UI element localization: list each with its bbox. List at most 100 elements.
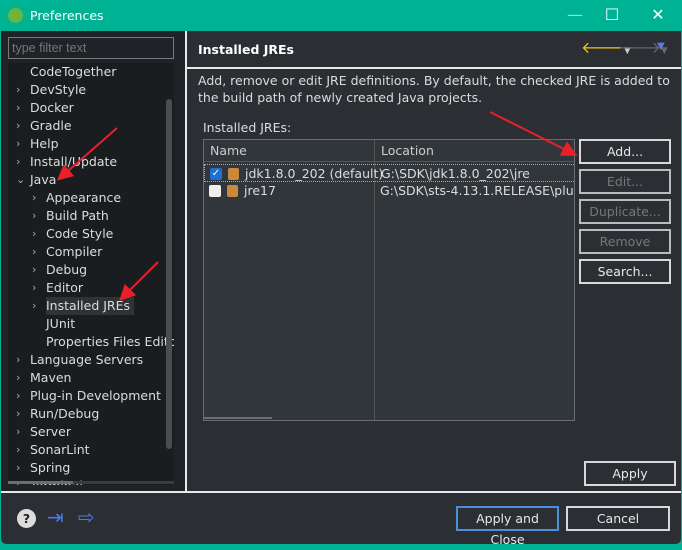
sidebar: ›Terminal›Spring›SonarLint›Server›Run/De… [1,31,185,491]
column-divider [374,162,375,420]
tree-item-label: Debug [46,262,88,277]
tree-item-label: Installed JREs [46,298,131,313]
tree-item-label: SonarLint [30,442,90,457]
import-icon[interactable]: ⇥ [47,505,64,529]
chevron-right-icon[interactable]: › [16,387,20,405]
tree-item[interactable]: › Gradle [16,117,72,135]
tree-item[interactable]: › Code Style [32,225,114,243]
chevron-right-icon[interactable]: › [32,207,36,225]
tree-item[interactable]: › Appearance [32,189,122,207]
chevron-right-icon[interactable]: › [16,117,20,135]
chevron-right-icon[interactable]: › [16,459,20,477]
remove-button[interactable]: Remove [579,229,671,254]
tree-item-label: DevStyle [30,82,87,97]
maximize-button[interactable]: ☐ [597,4,627,26]
chevron-right-icon[interactable]: › [16,423,20,441]
table-row[interactable]: ✓ jdk1.8.0_202 (default) G:\SDK\jdk1.8.0… [204,164,574,182]
chevron-right-icon[interactable]: › [16,351,20,369]
chevron-down-icon[interactable]: ⌄ [16,171,25,189]
tree-item-label: Run/Debug [30,406,100,421]
tree-item[interactable]: › Installed JREs [32,297,135,315]
tree-item-label: Language Servers [30,352,144,367]
jre-checkbox[interactable] [209,185,221,197]
tree-item[interactable]: › Plug-in Development [16,387,161,405]
tree-item[interactable]: › DevStyle [16,81,87,99]
table-horizontal-scrollbar[interactable] [204,417,272,419]
tree-item-label: Code Style [46,226,114,241]
chevron-right-icon[interactable]: › [32,225,36,243]
tree-vertical-scrollbar[interactable] [166,99,172,449]
title-bar: Preferences — ☐ ✕ [0,0,682,31]
chevron-right-icon[interactable]: › [16,81,20,99]
tree-item[interactable]: › Help [16,135,59,153]
page-title: Installed JREs [198,42,295,57]
tree-item[interactable]: › Server [16,423,71,441]
jre-location: G:\SDK\jdk1.8.0_202\jre [381,166,530,181]
jre-table: Name Location ✓ jdk1.8.0_202 (default) G… [203,139,575,421]
tree-item-label: CodeTogether [30,64,117,79]
tree-item-label: Maven [30,370,72,385]
tree-item[interactable]: › Maven [16,369,72,387]
tree-item[interactable]: JUnit [46,315,75,333]
minimize-button[interactable]: — [560,4,590,26]
preferences-dialog: ›Terminal›Spring›SonarLint›Server›Run/De… [1,31,681,547]
tree-item[interactable]: › Install/Update [16,153,117,171]
tree-horizontal-scrollbar[interactable] [8,481,174,484]
export-icon[interactable]: ⇨ [78,505,95,529]
jre-library-icon [228,168,239,180]
chevron-right-icon[interactable]: › [16,135,20,153]
tree-item[interactable]: Properties Files Edito [46,333,174,351]
jre-checkbox[interactable]: ✓ [210,168,222,180]
chevron-right-icon[interactable]: › [32,279,36,297]
chevron-right-icon[interactable]: › [16,153,20,171]
filter-input[interactable] [8,37,174,59]
chevron-right-icon[interactable]: › [32,189,36,207]
cancel-button[interactable]: Cancel [566,506,670,531]
tree-item-label: Help [30,136,59,151]
tree-item[interactable]: › Compiler [32,243,102,261]
tree-item-label: Properties Files Edito [46,334,174,349]
chevron-right-icon[interactable]: › [16,99,20,117]
tree-item-label: JUnit [46,316,76,331]
tree-item[interactable]: CodeTogether [30,63,116,81]
tree-item[interactable]: › Build Path [32,207,109,225]
tree-item[interactable]: › Run/Debug [16,405,100,423]
tree-item[interactable]: › SonarLint [16,441,90,459]
sash-divider[interactable] [185,31,187,491]
tree-item[interactable]: › Docker [16,99,74,117]
tree-item-label: Build Path [46,208,109,223]
chevron-right-icon[interactable]: › [32,297,36,315]
apply-and-close-button[interactable]: Apply and Close [456,506,559,547]
footer-divider [1,491,681,493]
column-header-name[interactable]: Name [204,140,375,162]
tree-item[interactable]: › Spring [16,459,70,477]
view-menu-icon[interactable]: ▼ [657,41,665,52]
chevron-right-icon[interactable]: › [32,243,36,261]
tree-item-label: Server [30,424,71,439]
jre-name: jdk1.8.0_202 (default) [245,166,384,181]
tree-item[interactable]: › Language Servers [16,351,144,369]
chevron-right-icon[interactable]: › [16,441,20,459]
tree-item-label: Editor [46,280,83,295]
chevron-right-icon[interactable]: › [16,405,20,423]
edit-button[interactable]: Edit... [579,169,671,194]
tree-item-label: Java [30,172,57,187]
tree-item[interactable]: ⌄ Java [16,171,57,189]
table-row[interactable]: jre17 G:\SDK\sts-4.13.1.RELEASE\plugins [204,182,574,200]
close-button[interactable]: ✕ [643,4,673,26]
header-divider [187,67,681,69]
spring-logo-icon [8,8,23,23]
add-button[interactable]: Add... [579,139,671,164]
tree-item[interactable]: › Editor [32,279,83,297]
duplicate-button[interactable]: Duplicate... [579,199,671,224]
apply-button[interactable]: Apply [584,461,676,486]
chevron-right-icon[interactable]: › [32,261,36,279]
column-header-location[interactable]: Location [375,140,574,162]
table-label: Installed JREs: [203,120,292,135]
tree-item[interactable]: › Debug [32,261,88,279]
tree-item-label: Appearance [46,190,122,205]
chevron-right-icon[interactable]: › [16,369,20,387]
help-icon[interactable]: ? [17,509,36,528]
jre-location: G:\SDK\sts-4.13.1.RELEASE\plugins [380,183,574,198]
search-button[interactable]: Search... [579,259,671,284]
